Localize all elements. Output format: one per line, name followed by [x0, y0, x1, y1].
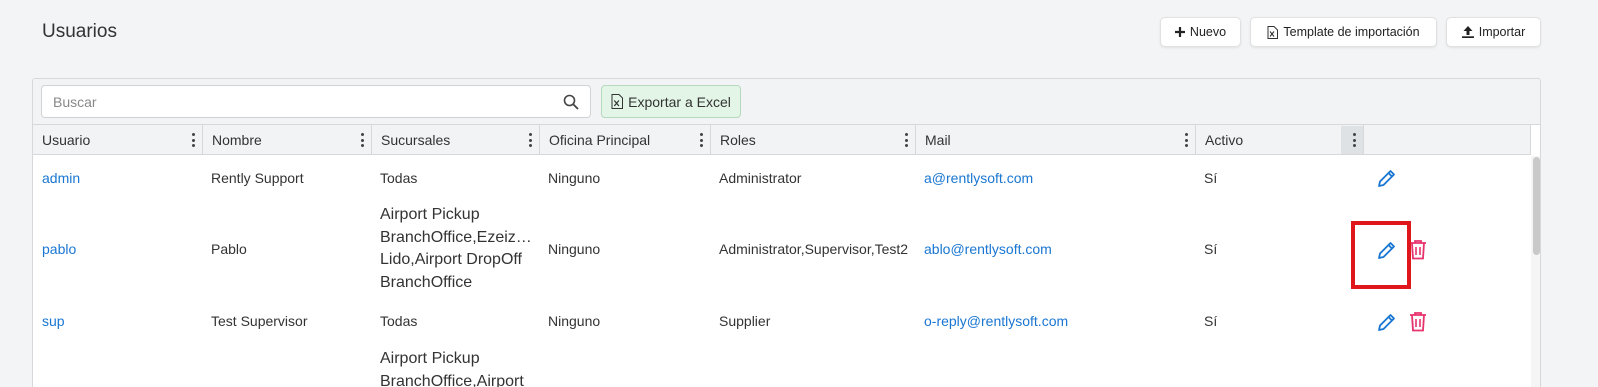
column-header-sucursales[interactable]: Sucursales — [372, 125, 540, 155]
user-link[interactable]: pablo — [42, 200, 76, 298]
branches-cell: Airport Pickup BranchOffice,Airport — [380, 348, 532, 387]
column-menu-icon[interactable] — [904, 133, 908, 147]
column-menu-icon[interactable] — [528, 133, 532, 147]
column-menu-icon[interactable] — [360, 133, 364, 147]
column-header-label: Activo — [1205, 132, 1244, 148]
column-header-actions — [1364, 125, 1531, 155]
name-cell: Rently Support — [211, 170, 304, 186]
main-office-cell: Ninguno — [548, 313, 601, 329]
branches-cell: Todas — [380, 170, 418, 186]
plus-icon — [1174, 27, 1185, 37]
new-button[interactable]: Nuevo — [1160, 17, 1241, 47]
branch-line: BranchOffice,Ezeiza,Ae… — [380, 228, 532, 246]
import-button-label: Importar — [1478, 25, 1526, 39]
column-header-label: Mail — [925, 132, 951, 148]
column-header-activo[interactable]: Activo — [1196, 125, 1364, 155]
branches-cell: Todas — [380, 313, 418, 329]
new-button-label: Nuevo — [1189, 25, 1227, 39]
mail-link[interactable]: o-reply@rentlysoft.com — [924, 298, 1068, 344]
column-header-label: Sucursales — [381, 132, 451, 148]
users-grid-panel: Exportar a Excel Usuario Nombre Sucursal… — [32, 78, 1541, 387]
trash-icon[interactable] — [1409, 311, 1427, 332]
main-office-cell: Ninguno — [548, 170, 601, 186]
branches-cell: Airport Pickup BranchOffice,Ezeiza,Ae… L… — [380, 204, 532, 294]
search-input[interactable] — [53, 86, 553, 117]
branch-line: BranchOffice — [380, 273, 473, 291]
column-header-label: Nombre — [212, 132, 262, 148]
column-header-roles[interactable]: Roles — [711, 125, 916, 155]
import-template-button[interactable]: Template de importación — [1250, 17, 1437, 47]
mail-link[interactable]: ablo@rentlysoft.com — [924, 200, 1052, 298]
user-link[interactable]: admin — [42, 156, 80, 200]
search-box — [41, 85, 591, 118]
roles-cell: Administrator,Supervisor,Test2 — [719, 241, 909, 257]
column-menu-icon[interactable] — [1184, 133, 1188, 147]
pencil-icon[interactable] — [1377, 168, 1397, 188]
export-excel-button[interactable]: Exportar a Excel — [601, 85, 741, 118]
name-cell: Test Supervisor — [211, 313, 308, 329]
column-menu-icon[interactable] — [699, 133, 703, 147]
page-title: Usuarios — [42, 21, 117, 42]
excel-file-icon — [611, 94, 624, 109]
grid-header: Usuario Nombre Sucursales Oficina Princi… — [33, 125, 1531, 155]
column-header-label: Usuario — [42, 132, 91, 148]
active-cell: Sí — [1204, 170, 1218, 186]
highlight-box — [1351, 221, 1411, 289]
trash-icon[interactable] — [1409, 239, 1427, 260]
branch-line: BranchOffice,Airport — [380, 372, 524, 387]
column-header-nombre[interactable]: Nombre — [203, 125, 372, 155]
branch-line: Airport Pickup — [380, 350, 480, 367]
search-icon[interactable] — [563, 94, 579, 110]
import-template-label: Template de importación — [1283, 25, 1420, 39]
column-header-label: Oficina Principal — [549, 132, 651, 148]
excel-file-icon — [1267, 25, 1279, 39]
active-cell: Sí — [1204, 241, 1218, 257]
import-button[interactable]: Importar — [1446, 17, 1541, 47]
export-excel-label: Exportar a Excel — [628, 93, 731, 110]
column-menu-icon[interactable] — [1352, 133, 1356, 147]
upload-icon — [1461, 26, 1474, 38]
mail-link[interactable]: a@rentlysoft.com — [924, 156, 1033, 200]
column-header-label: Roles — [720, 132, 756, 148]
pencil-icon[interactable] — [1377, 312, 1397, 332]
scrollbar-thumb[interactable] — [1533, 157, 1540, 255]
name-cell: Pablo — [211, 241, 247, 257]
user-link[interactable]: sup — [42, 298, 65, 344]
branch-line: Airport Pickup — [380, 206, 480, 223]
column-header-mail[interactable]: Mail — [916, 125, 1196, 155]
roles-cell: Administrator — [719, 170, 802, 186]
column-header-usuario[interactable]: Usuario — [33, 125, 203, 155]
main-office-cell: Ninguno — [548, 241, 601, 257]
grid-toolbar: Exportar a Excel — [33, 79, 1540, 125]
active-cell: Sí — [1204, 313, 1218, 329]
roles-cell: Supplier — [719, 313, 771, 329]
column-header-oficina-principal[interactable]: Oficina Principal — [540, 125, 711, 155]
column-menu-icon[interactable] — [191, 133, 195, 147]
branch-line: Lido,Airport DropOff — [380, 251, 522, 268]
